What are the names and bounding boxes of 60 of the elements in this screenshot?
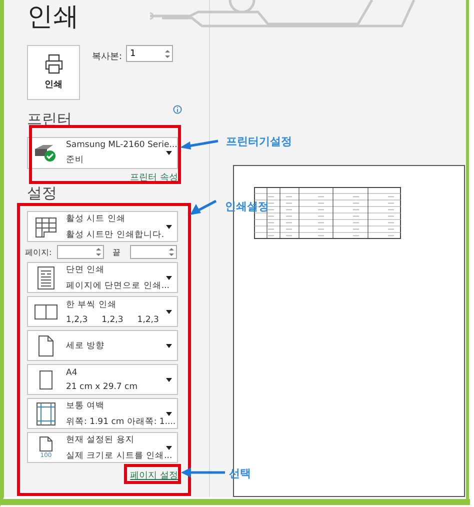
- portrait-page-icon: [38, 334, 54, 356]
- setting-description: 실제 크기로 시트를 인쇄...: [66, 450, 172, 462]
- print-setting-dropdown[interactable]: A4 21 cm x 29.7 cm: [27, 364, 178, 395]
- annotation-label: 프린터기설정: [226, 134, 292, 149]
- setting-title: 현재 설정된 용지: [66, 434, 134, 446]
- collate-order: 1,2,3: [137, 314, 159, 324]
- arrow: [181, 467, 226, 478]
- setting-title: 활성 시트 인쇄: [66, 212, 126, 224]
- page-setup-link[interactable]: 페이지 설정: [130, 469, 178, 482]
- page-title: 인쇄: [27, 2, 79, 32]
- caret-icon: [166, 276, 172, 280]
- document-icon: [37, 266, 55, 290]
- paper-icon: [39, 370, 53, 390]
- two-pages-icon: [34, 304, 58, 320]
- caret-icon: [166, 344, 172, 348]
- arrow: [190, 199, 218, 217]
- copies-label: 복사본:: [92, 51, 122, 63]
- setting-title: 단면 인쇄: [66, 264, 105, 276]
- caret-icon: [166, 310, 172, 314]
- setting-title: 세로 방향: [66, 340, 105, 352]
- setting-title: 한 부씩 인쇄: [66, 298, 116, 310]
- spin-arrows-icon[interactable]: [168, 247, 174, 257]
- sheet-grid-icon: [35, 216, 57, 238]
- printer-icon: [44, 54, 64, 74]
- setting-title: A4: [66, 368, 78, 378]
- settings-heading: 설정: [27, 186, 57, 201]
- setting-description: 21 cm x 29.7 cm: [66, 382, 138, 392]
- print-button[interactable]: 인쇄: [27, 45, 80, 100]
- print-setting-dropdown[interactable]: 한 부씩 인쇄 1,2,3 1,2,3 1,2,3: [27, 296, 178, 327]
- to-label: 끝: [112, 246, 121, 258]
- print-setting-dropdown[interactable]: 세로 방향: [27, 330, 178, 361]
- print-setting-dropdown[interactable]: 보통 여백 위쪽: 1.91 cm 아래쪽: 1....: [27, 398, 178, 429]
- printer-name: Samsung ML-2160 Serie...: [66, 140, 178, 150]
- from-page-field[interactable]: [56, 245, 104, 259]
- pages-label: 페이지:: [25, 246, 52, 258]
- setting-description: 활성 시트만 인쇄합니다.: [66, 228, 164, 240]
- printer-status: 준비: [66, 154, 84, 166]
- spin-arrows-icon[interactable]: [165, 48, 170, 58]
- to-page-field[interactable]: [130, 245, 177, 259]
- margins-icon: [36, 402, 56, 426]
- arrow: [180, 138, 220, 150]
- print-setting-dropdown[interactable]: 단면 인쇄 페이지에 단면으로 인쇄...: [27, 262, 178, 293]
- caret-icon: [166, 151, 172, 155]
- setting-title: 보통 여백: [66, 400, 105, 412]
- info-icon[interactable]: [173, 105, 182, 114]
- printer-properties-link[interactable]: 프린터 속성: [130, 171, 178, 184]
- caret-icon: [166, 378, 172, 382]
- setting-description: 페이지에 단면으로 인쇄...: [66, 280, 170, 292]
- print-setting-dropdown[interactable]: 활성 시트 인쇄 활성 시트만 인쇄합니다.: [27, 211, 178, 242]
- caret-icon: [166, 224, 172, 228]
- printer-dropdown[interactable]: Samsung ML-2160 Serie... 준비: [27, 137, 178, 169]
- collate-order: 1,2,3: [102, 314, 124, 324]
- caret-icon: [166, 446, 172, 450]
- spin-arrows-icon[interactable]: [96, 247, 101, 257]
- printer-ready-icon: [34, 144, 58, 162]
- copies-field[interactable]: 1: [126, 45, 174, 62]
- setting-description: 위쪽: 1.91 cm 아래쪽: 1....: [66, 416, 176, 428]
- page-icon: [39, 436, 53, 452]
- caret-icon: [166, 412, 172, 416]
- collate-order: 1,2,3: [66, 314, 88, 324]
